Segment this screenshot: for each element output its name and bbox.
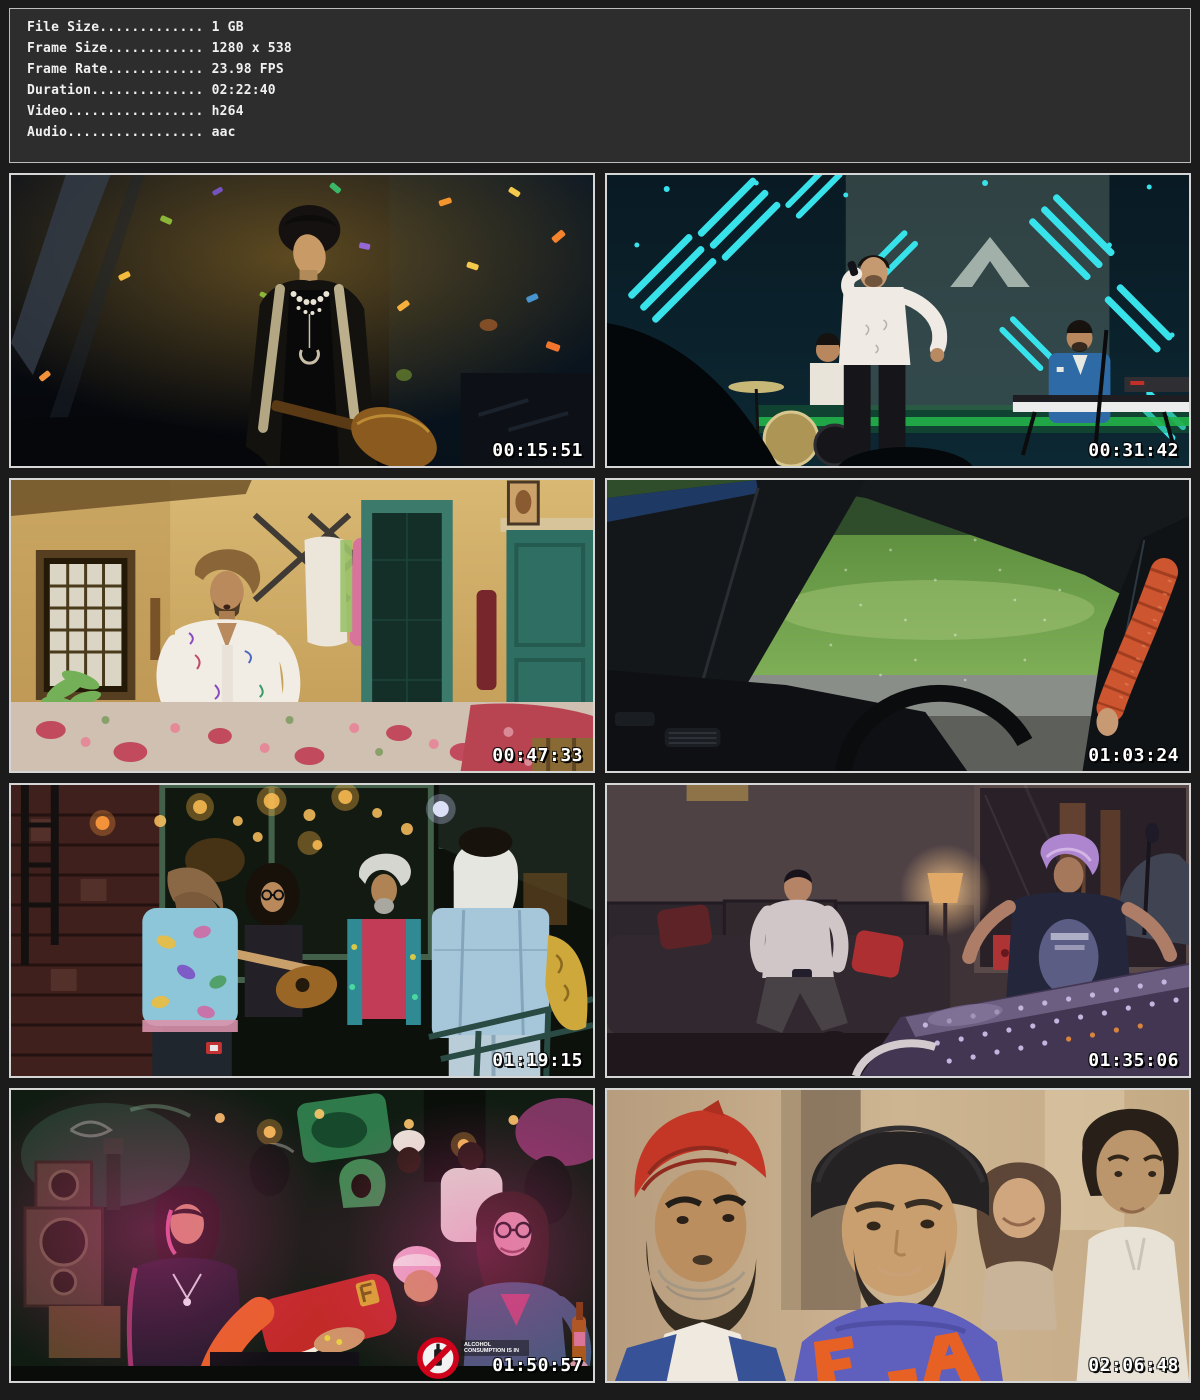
timestamp: 00:47:33	[492, 745, 583, 766]
video-screenshot-8: 02:06:48	[605, 1088, 1191, 1383]
video-screenshot-4: 01:03:24	[605, 478, 1191, 773]
timestamp: 01:35:06	[1088, 1050, 1179, 1071]
scene-concert-confetti	[11, 175, 593, 466]
scene-car-interior	[607, 480, 1189, 771]
wall-pipe	[150, 598, 160, 660]
info-line-frame-rate: Frame Rate............ 23.98 FPS	[27, 59, 1190, 80]
maroon-drape	[477, 590, 497, 690]
video-screenshot-6: 01:35:06	[605, 783, 1191, 1078]
scene-recording-studio	[607, 785, 1189, 1076]
scene-neon-stage	[607, 175, 1189, 466]
media-info-sheet: File Size............. 1 GB Frame Size..…	[0, 0, 1200, 1400]
timestamp: 00:15:51	[492, 440, 583, 461]
info-line-file-size: File Size............. 1 GB	[27, 17, 1190, 38]
info-line-frame-size: Frame Size............ 1280 x 538	[27, 38, 1190, 59]
scene-night-street	[11, 785, 593, 1076]
video-screenshot-2: 00:31:42	[605, 173, 1191, 468]
video-screenshot-1: 00:15:51	[9, 173, 595, 468]
file-info-panel: File Size............. 1 GB Frame Size..…	[9, 8, 1191, 163]
screenshot-grid: 00:15:51	[9, 173, 1191, 1383]
hanging-cloth-green	[340, 540, 352, 632]
scene-closeup-beanie	[607, 1090, 1189, 1381]
alcohol-warning-text: ALCOHOL CONSUMPTION IS IN	[461, 1340, 529, 1356]
video-screenshot-5: 01:19:15	[9, 783, 595, 1078]
green-floor-light	[756, 417, 1189, 426]
timestamp: 01:19:15	[492, 1050, 583, 1071]
lawn-highlight	[776, 580, 1094, 640]
timestamp: 02:06:48	[1088, 1355, 1179, 1376]
timestamp: 00:31:42	[1088, 440, 1179, 461]
video-screenshot-3: 00:47:33	[9, 478, 595, 773]
brick-wall	[11, 785, 162, 1076]
timestamp: 01:03:24	[1088, 745, 1179, 766]
video-screenshot-7: ALCOHOL CONSUMPTION IS IN 01:50:57	[9, 1088, 595, 1383]
info-line-duration: Duration.............. 02:22:40	[27, 80, 1190, 101]
info-line-video: Video................. h264	[27, 101, 1190, 122]
timestamp: 01:50:57	[492, 1355, 583, 1376]
scene-courtyard-bed	[11, 480, 593, 771]
no-alcohol-icon	[416, 1336, 460, 1380]
info-line-audio: Audio................. aac	[27, 122, 1190, 143]
wall-picture-frame	[508, 482, 538, 524]
